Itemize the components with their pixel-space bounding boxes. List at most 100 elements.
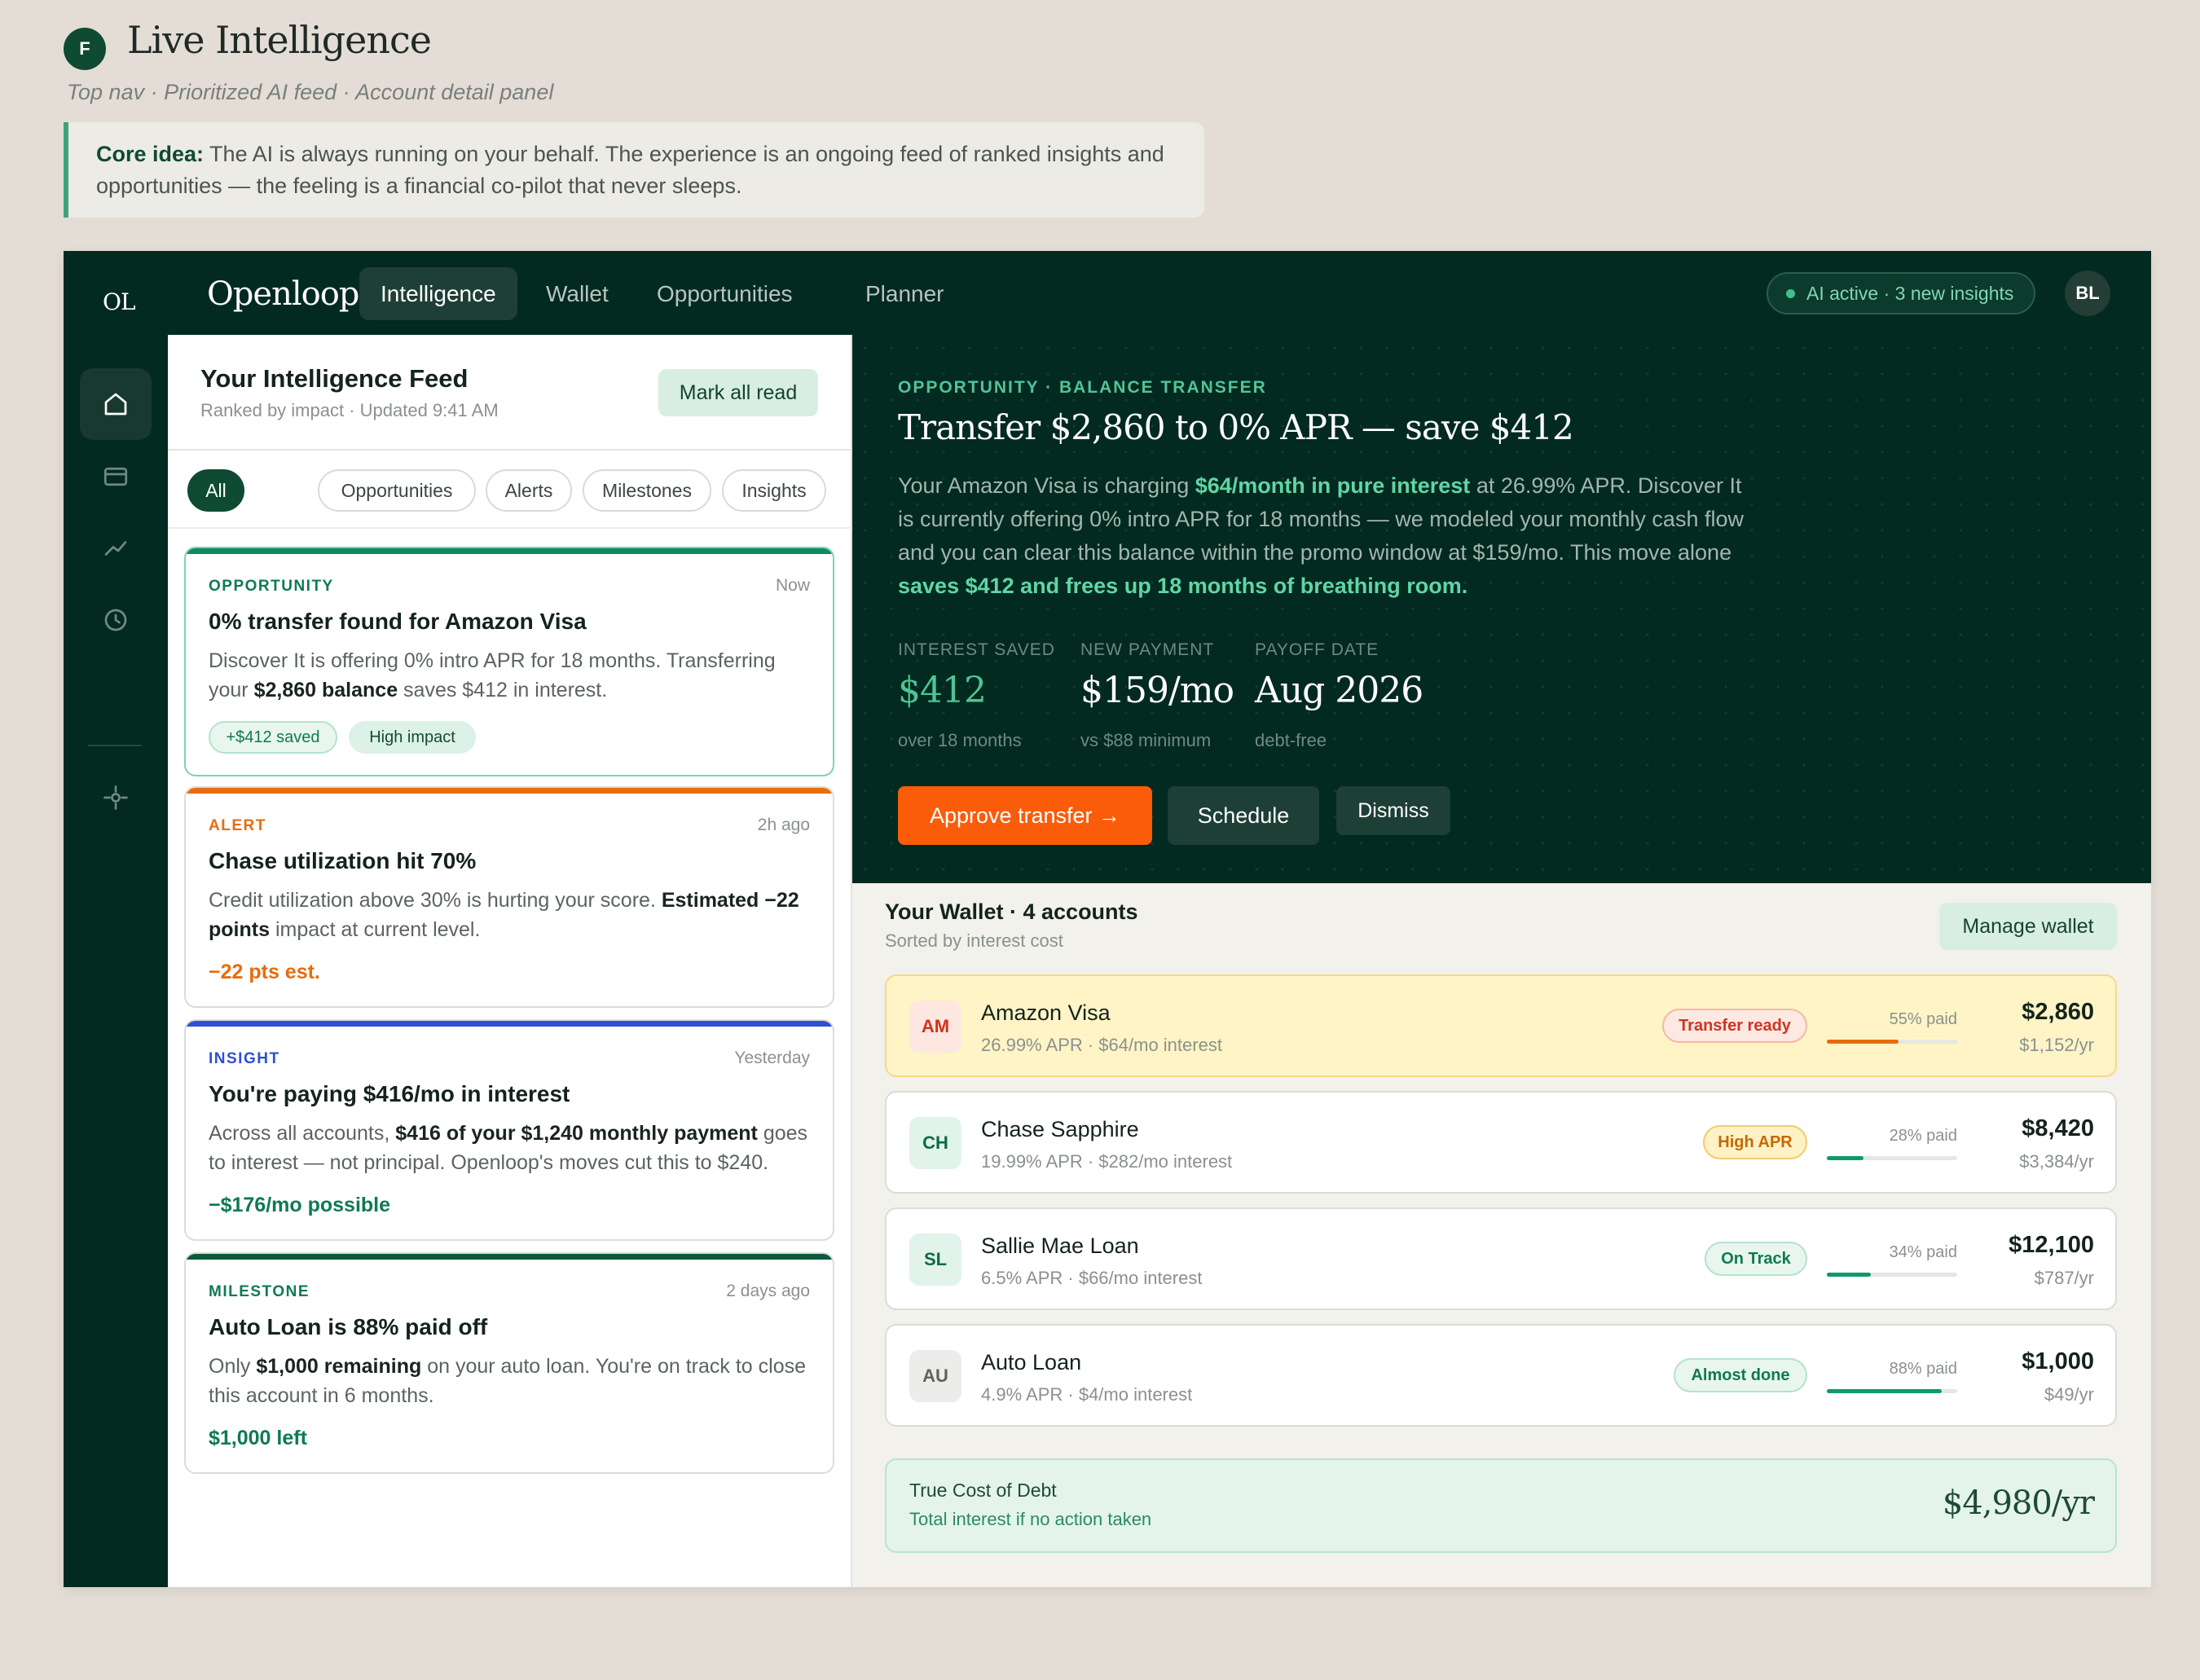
card-body-text: Only [209,1355,257,1378]
true-cost-value: $4,980/yr [1942,1484,2095,1522]
feed-card-opportunity[interactable]: OPPORTUNITY Now 0% transfer found for Am… [184,547,834,776]
home-icon [104,393,127,416]
feed-card-milestone[interactable]: MILESTONE 2 days ago Auto Loan is 88% pa… [184,1252,834,1474]
filter-alerts[interactable]: Alerts [486,469,572,512]
clock-icon [104,609,127,631]
feed-card-alert[interactable]: ALERT 2h ago Chase utilization hit 70% C… [184,786,834,1008]
nav-wallet[interactable]: Wallet [525,267,630,320]
sidebar-divider [88,745,142,746]
paid-label: 28% paid [1889,1127,1957,1145]
stat-label: NEW PAYMENT [1080,640,1215,659]
manage-wallet-button[interactable]: Manage wallet [1939,903,2117,950]
nav-opportunities[interactable]: Opportunities [636,267,814,320]
card-body-text: saves $412 in interest. [398,679,608,701]
card-title: Auto Loan is 88% paid off [209,1314,488,1339]
card-body: Across all accounts, $416 of your $1,240… [209,1119,812,1177]
card-time: Now [775,576,810,595]
mark-all-read-button[interactable]: Mark all read [658,369,818,416]
account-avatar: SL [909,1234,961,1286]
card-icon [103,467,128,486]
account-balance: $1,000 [2022,1348,2094,1374]
filter-opportunities[interactable]: Opportunities [318,469,476,512]
filter-insights[interactable]: Insights [722,469,826,512]
account-avatar: CH [909,1117,961,1169]
status-dot-icon [1786,288,1795,298]
paid-progress [1827,1040,1957,1044]
nav-intelligence[interactable]: Intelligence [359,267,517,320]
account-yearly-interest: $3,384/yr [2019,1151,2094,1172]
card-body-text: Credit utilization above 30% is hurting … [209,889,662,912]
account-row-auto-loan[interactable]: AU Auto Loan 4.9% APR · $4/mo interest A… [885,1324,2117,1427]
card-accent-bar [186,548,833,554]
status-badge: Almost done [1674,1358,1807,1392]
status-badge: High APR [1703,1125,1807,1159]
paid-progress-fill [1827,1273,1872,1277]
account-row-chase-sapphire[interactable]: CH Chase Sapphire 19.99% APR · $282/mo i… [885,1091,2117,1194]
card-accent-bar [186,1021,833,1027]
sidebar-item-trends[interactable] [80,512,152,584]
true-cost-title: True Cost of Debt [909,1480,1057,1501]
brand-name[interactable]: Openloop [207,275,359,313]
account-meta: 6.5% APR · $66/mo interest [981,1268,1203,1288]
account-meta: 26.99% APR · $64/mo interest [981,1035,1222,1055]
sidebar: BL [64,335,168,1587]
account-avatar: AU [909,1350,961,1402]
opportunity-body-text: Your Amazon Visa is charging [898,473,1195,498]
filter-all[interactable]: All [187,469,244,512]
stat-sub: over 18 months [898,730,1022,750]
paid-progress-fill [1827,1040,1899,1044]
logo-mark[interactable]: OL [103,288,136,315]
tag-high-impact: High impact [349,721,476,754]
stat-label: PAYOFF DATE [1255,640,1379,659]
account-name: Auto Loan [981,1350,1082,1374]
card-time: Yesterday [734,1049,810,1067]
ai-status-pill[interactable]: AI active · 3 new insights [1767,272,2035,314]
sidebar-item-home[interactable] [80,368,152,440]
paid-label: 88% paid [1889,1360,1957,1378]
avatar[interactable]: BL [2065,270,2110,316]
account-row-sallie-mae[interactable]: SL Sallie Mae Loan 6.5% APR · $66/mo int… [885,1207,2117,1310]
core-idea-text: The AI is always running on your behalf.… [96,142,1164,198]
schedule-button[interactable]: Schedule [1168,786,1319,845]
sidebar-item-goals[interactable] [80,762,152,833]
card-footer: −22 pts est. [209,961,320,983]
opportunity-body-bold: $64/month in pure interest [1195,473,1471,498]
account-balance: $12,100 [2009,1232,2094,1258]
card-body-text: impact at current level. [270,918,481,941]
core-idea-label: Core idea: [96,142,205,166]
status-badge: Transfer ready [1662,1009,1807,1043]
stat-value: $159/mo [1080,670,1234,711]
card-body: Discover It is offering 0% intro APR for… [209,646,812,705]
opportunity-body-bold: saves $412 and frees up 18 months of bre… [898,574,1468,598]
section-badge: F [64,28,106,70]
card-type: MILESTONE [209,1283,310,1300]
account-yearly-interest: $1,152/yr [2019,1035,2094,1055]
paid-progress [1827,1156,1957,1160]
paid-progress [1827,1389,1957,1393]
account-row-amazon-visa[interactable]: AM Amazon Visa 26.99% APR · $64/mo inter… [885,974,2117,1077]
nav-planner[interactable]: Planner [844,267,966,320]
wallet-subtitle: Sorted by interest cost [885,930,1063,951]
top-nav: OL Openloop Intelligence Wallet Opportun… [64,251,2151,335]
true-cost-subtitle: Total interest if no action taken [909,1509,1152,1529]
paid-progress-fill [1827,1389,1942,1393]
sidebar-item-history[interactable] [80,584,152,656]
card-time: 2 days ago [726,1282,810,1300]
trend-icon [104,541,127,556]
sidebar-item-cards[interactable] [80,441,152,512]
paid-label: 34% paid [1889,1243,1957,1261]
account-name: Chase Sapphire [981,1117,1139,1141]
card-body: Credit utilization above 30% is hurting … [209,886,812,944]
card-body-bold: $1,000 remaining [256,1355,422,1378]
feed-card-insight[interactable]: INSIGHT Yesterday You're paying $416/mo … [184,1019,834,1241]
opportunity-title: Transfer $2,860 to 0% APR — save $412 [898,407,1574,447]
target-icon [103,785,128,810]
card-body-bold: $2,860 balance [253,679,398,701]
card-accent-bar [186,1254,833,1260]
filter-milestones[interactable]: Milestones [583,469,711,512]
status-badge: On Track [1705,1242,1807,1276]
card-body-bold: $416 of your $1,240 monthly payment [395,1122,758,1145]
dismiss-button[interactable]: Dismiss [1336,786,1450,835]
approve-transfer-button[interactable]: Approve transfer → [898,786,1152,845]
feed-divider [168,527,852,529]
